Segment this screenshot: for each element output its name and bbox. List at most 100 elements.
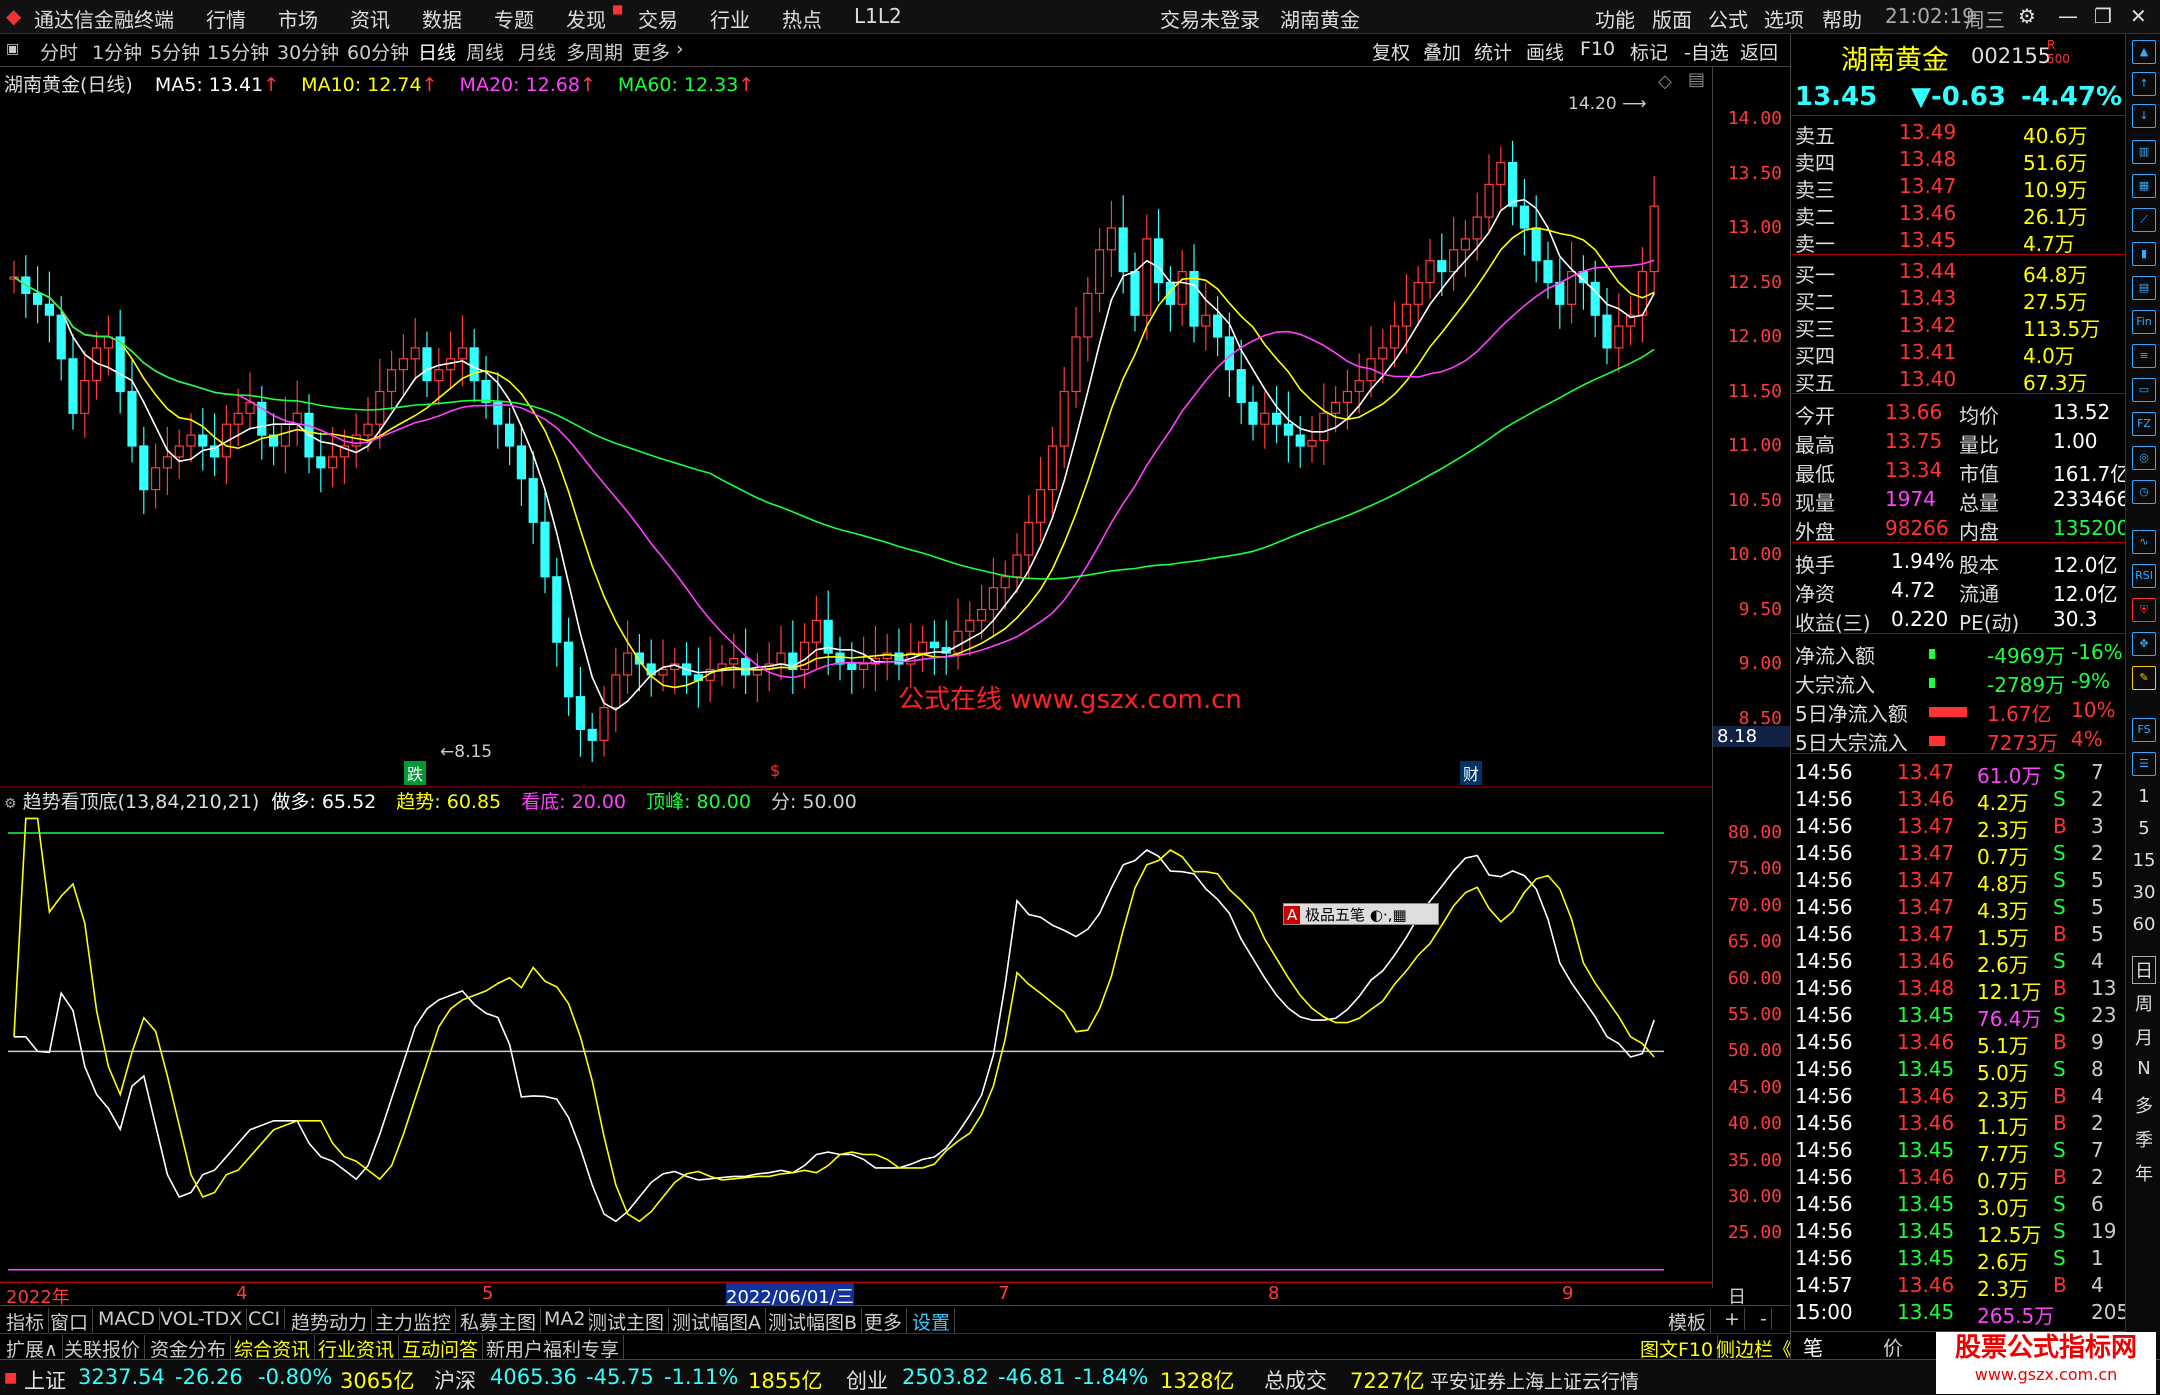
- btn-fanhui[interactable]: 返回: [1740, 38, 1778, 65]
- tab-ceshizhutu[interactable]: 测试主图: [584, 1308, 670, 1335]
- wave-icon[interactable]: ∿: [2132, 530, 2156, 554]
- menu-redian[interactable]: 热点: [782, 4, 822, 33]
- period-1-label[interactable]: 1: [2132, 786, 2156, 807]
- btn-huaxian[interactable]: 画线: [1526, 38, 1564, 65]
- menu-banmian[interactable]: 版面: [1652, 4, 1692, 33]
- period-weekly[interactable]: 周线: [466, 38, 504, 65]
- btn-minus[interactable]: -: [1756, 1308, 1772, 1330]
- tab-ceshifutub[interactable]: 测试幅图B: [764, 1308, 863, 1335]
- tab-zijin[interactable]: 资金分布: [146, 1335, 232, 1362]
- period-15min[interactable]: 15分钟: [207, 38, 269, 65]
- keyboard-icon[interactable]: ▦: [1392, 906, 1406, 924]
- period-1min[interactable]: 1分钟: [92, 38, 142, 65]
- tab-ceshifutua[interactable]: 测试幅图A: [668, 1308, 766, 1335]
- menu-hangqing[interactable]: 行情: [206, 4, 246, 33]
- btn-tongji[interactable]: 统计: [1474, 38, 1512, 65]
- period-5-label[interactable]: 5: [2132, 818, 2156, 839]
- tab-newuser[interactable]: 新用户福利专享: [482, 1335, 625, 1362]
- cluster-icon[interactable]: ◎: [2132, 446, 2156, 470]
- period-fenshi[interactable]: 分时: [40, 38, 78, 65]
- btn-f10[interactable]: F10: [1580, 38, 1615, 60]
- trade-status[interactable]: 交易未登录: [1160, 4, 1260, 33]
- sh-label[interactable]: 上证: [24, 1365, 66, 1395]
- btn-plus[interactable]: +: [1720, 1308, 1745, 1330]
- minimize-icon[interactable]: —: [2058, 4, 2078, 28]
- menu-gongneng[interactable]: 功能: [1595, 4, 1635, 33]
- tab-hudong[interactable]: 互动问答: [398, 1335, 484, 1362]
- tab-hangyezixun[interactable]: 行业资讯: [314, 1335, 400, 1362]
- tab-qushidongli[interactable]: 趋势动力: [287, 1308, 373, 1335]
- event-mark-cai[interactable]: 财: [1460, 761, 1483, 785]
- tab-expand[interactable]: 扩展∧: [2, 1335, 63, 1362]
- period-multi[interactable]: 多周期: [566, 38, 623, 65]
- menu-faxian[interactable]: 发现: [566, 4, 606, 33]
- event-mark-dollar[interactable]: $: [770, 761, 780, 780]
- side-season[interactable]: 季: [2132, 1126, 2156, 1152]
- ime-toolbar[interactable]: A 极品五笔 ◐·,▦: [1283, 903, 1439, 925]
- expand-up-icon[interactable]: ▲: [2132, 40, 2156, 64]
- tab-settings[interactable]: 设置: [908, 1308, 956, 1335]
- period-30-label[interactable]: 30: [2132, 882, 2156, 903]
- chevron-right-icon[interactable]: ›: [676, 38, 684, 60]
- list2-icon[interactable]: ☰: [2132, 752, 2156, 776]
- restore-icon[interactable]: ❐: [2094, 4, 2112, 28]
- menu-shuju[interactable]: 数据: [422, 4, 462, 33]
- menu-shichang[interactable]: 市场: [278, 4, 318, 33]
- side-n[interactable]: N: [2132, 1058, 2156, 1079]
- menu-zhuanti[interactable]: 专题: [494, 4, 534, 33]
- tab-vol[interactable]: VOL-TDX: [156, 1308, 248, 1330]
- period-daily[interactable]: 日线: [418, 38, 456, 65]
- tab-f10[interactable]: 图文F10: [1636, 1335, 1719, 1362]
- candle-icon[interactable]: ▮: [2132, 242, 2156, 266]
- menu-zixun[interactable]: 资讯: [350, 4, 390, 33]
- tab-jia[interactable]: 价: [1883, 1332, 1903, 1361]
- tab-zhibiao[interactable]: 指标: [2, 1308, 50, 1335]
- tab-sidebar[interactable]: 侧边栏《: [1712, 1335, 1798, 1362]
- btn-biaoji[interactable]: 标记: [1630, 38, 1668, 65]
- side-year[interactable]: 年: [2132, 1160, 2156, 1186]
- menu-bangzhu[interactable]: 帮助: [1822, 4, 1862, 33]
- table-icon[interactable]: ▦: [2132, 174, 2156, 198]
- tab-ma2[interactable]: MA2: [540, 1308, 591, 1330]
- menu-hangye[interactable]: 行业: [710, 4, 750, 33]
- kline-chart[interactable]: [0, 67, 1712, 1288]
- tab-chuangkou[interactable]: 窗口: [46, 1308, 94, 1335]
- tab-zhulijiankong[interactable]: 主力监控: [371, 1308, 457, 1335]
- tab-simuzhutu[interactable]: 私募主图: [456, 1308, 542, 1335]
- shield-icon[interactable]: ⛨: [2132, 598, 2156, 622]
- arrow-up-icon[interactable]: ↑: [2132, 72, 2156, 96]
- tab-bi[interactable]: 笔: [1803, 1332, 1823, 1361]
- panel-icon[interactable]: ▤: [1688, 69, 1705, 90]
- diamond-icon[interactable]: ◇: [1658, 71, 1672, 92]
- period-60-label[interactable]: 60: [2132, 914, 2156, 935]
- gear-icon[interactable]: ⚙: [2018, 4, 2036, 28]
- btn-fuquan[interactable]: 复权: [1372, 38, 1410, 65]
- btn-diejia[interactable]: 叠加: [1423, 38, 1461, 65]
- bar-chart-icon[interactable]: ▥: [2132, 140, 2156, 164]
- period-60min[interactable]: 60分钟: [347, 38, 409, 65]
- side-multi[interactable]: 多: [2132, 1092, 2156, 1118]
- hs-label[interactable]: 沪深: [434, 1365, 476, 1395]
- tab-macd[interactable]: MACD: [94, 1308, 160, 1330]
- pencil-icon[interactable]: ✎: [2132, 666, 2156, 690]
- btn-zixuan[interactable]: -自选: [1684, 38, 1729, 65]
- line-chart-icon[interactable]: ⟋: [2132, 208, 2156, 232]
- cy-label[interactable]: 创业: [846, 1365, 888, 1395]
- side-daily[interactable]: 日: [2132, 956, 2156, 984]
- menu-l1l2[interactable]: L1L2: [854, 4, 902, 28]
- menu-xuanxiang[interactable]: 选项: [1764, 4, 1804, 33]
- chart-area[interactable]: 湖南黄金(日线) MA5: 13.41↑ MA10: 12.74↑ MA20: …: [0, 67, 1790, 1288]
- tab-guanlian[interactable]: 关联报价: [60, 1335, 146, 1362]
- doc-icon[interactable]: ▭: [2132, 378, 2156, 402]
- fs-icon[interactable]: FS: [2132, 718, 2156, 742]
- move-icon[interactable]: ✥: [2132, 632, 2156, 656]
- period-5min[interactable]: 5分钟: [150, 38, 200, 65]
- menu-gongshi[interactable]: 公式: [1708, 4, 1748, 33]
- panel-toggle-icon[interactable]: ▣: [6, 41, 19, 57]
- moon-icon[interactable]: ◐: [1370, 906, 1383, 924]
- tab-cci[interactable]: CCI: [244, 1308, 286, 1330]
- side-monthly[interactable]: 月: [2132, 1024, 2156, 1050]
- grid-icon[interactable]: ▤: [2132, 276, 2156, 300]
- period-monthly[interactable]: 月线: [518, 38, 556, 65]
- arrow-down-icon[interactable]: ↓: [2132, 104, 2156, 128]
